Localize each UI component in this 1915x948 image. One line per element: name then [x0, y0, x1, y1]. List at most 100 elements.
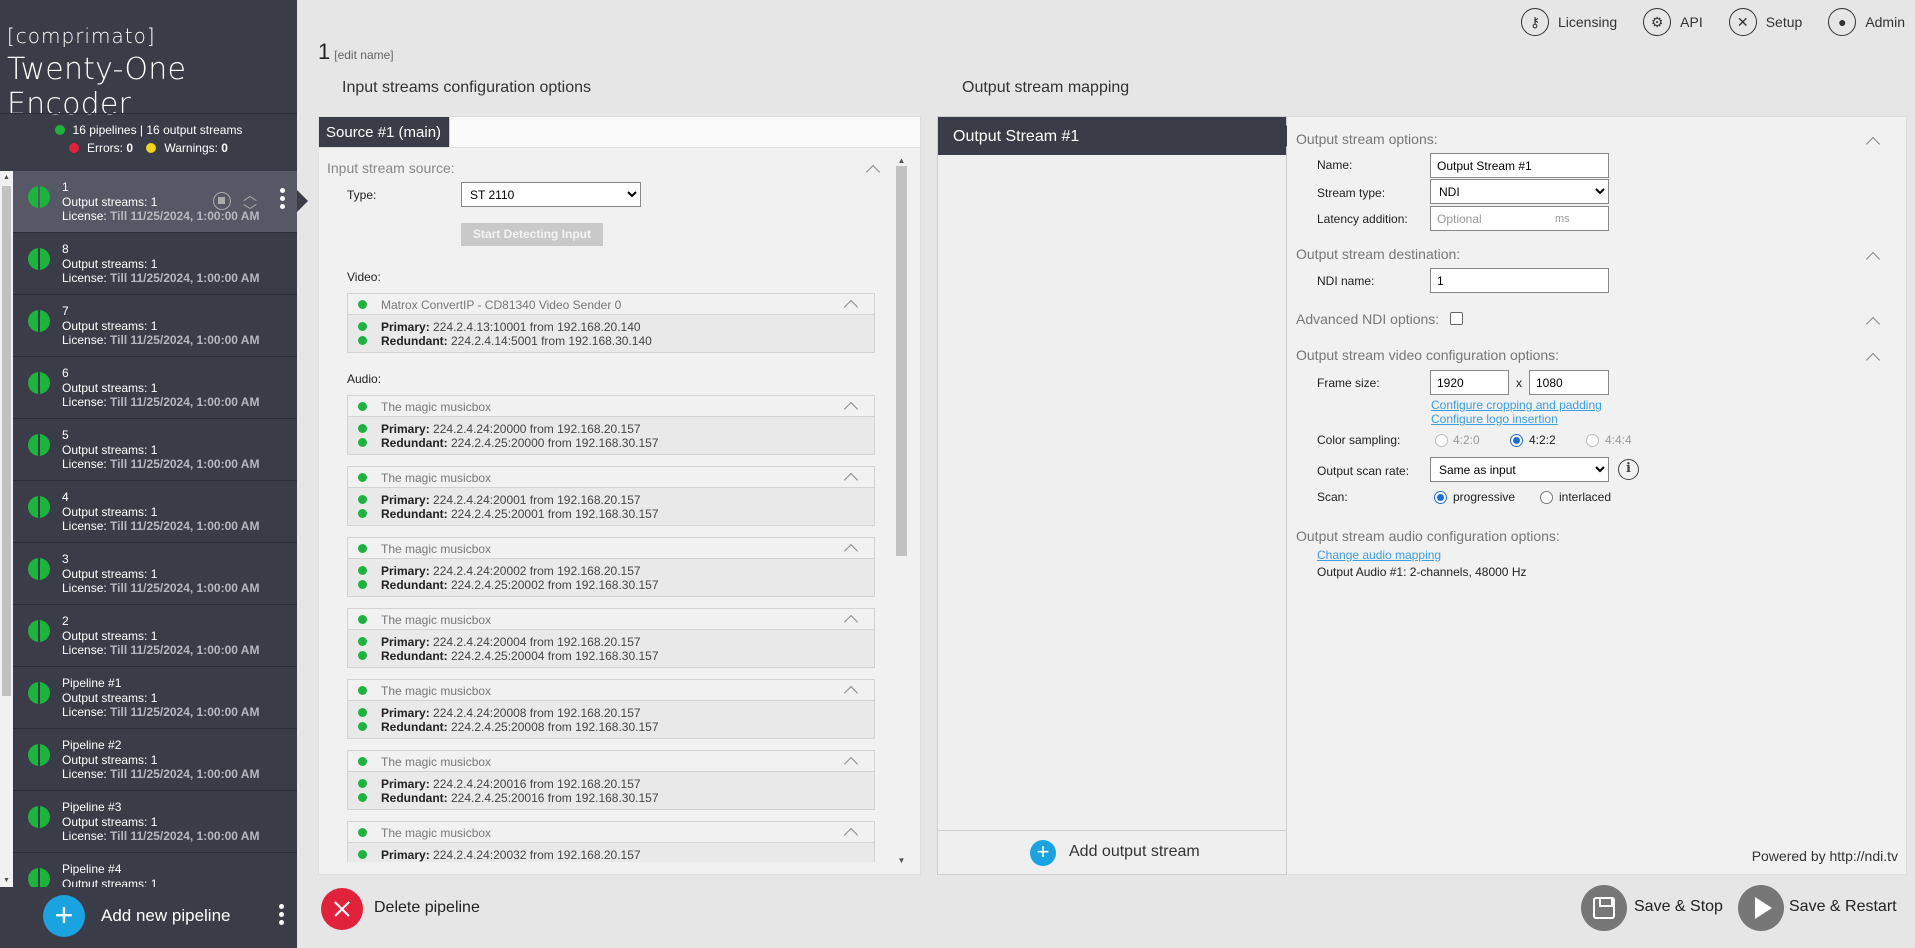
frame-height-input[interactable] — [1529, 370, 1609, 395]
scroll-up-icon[interactable]: ▲ — [895, 156, 908, 165]
source-header[interactable]: The magic musicbox — [348, 751, 874, 772]
pipeline-status-icon — [28, 806, 50, 828]
nav-api[interactable]: ⚙ API — [1643, 8, 1703, 36]
save-stop-button[interactable] — [1581, 885, 1627, 931]
pipeline-item[interactable]: 4 Output streams: 1 License: Till 11/25/20… — [13, 481, 297, 543]
scroll-down-icon[interactable]: ▼ — [895, 856, 908, 865]
pipeline-item[interactable]: 2 Output streams: 1 License: Till 11/25/20… — [13, 605, 297, 667]
delete-pipeline-label[interactable]: Delete pipeline — [374, 899, 480, 917]
nav-admin[interactable]: ● Admin — [1828, 8, 1905, 36]
chevron-up-icon[interactable] — [843, 827, 859, 843]
chevron-up-icon[interactable] — [1865, 136, 1881, 152]
save-restart-label[interactable]: Save & Restart — [1789, 898, 1897, 916]
source-header[interactable]: The magic musicbox — [348, 680, 874, 701]
change-audio-mapping-link[interactable]: Change audio mapping — [1317, 548, 1441, 562]
license-label: License: — [62, 829, 107, 843]
chevron-up-icon[interactable] — [843, 685, 859, 701]
chevron-up-icon[interactable] — [1865, 316, 1881, 332]
scroll-thumb[interactable] — [896, 166, 907, 556]
add-pipeline-label[interactable]: Add new pipeline — [101, 906, 230, 926]
source-header[interactable]: The magic musicbox — [348, 822, 874, 843]
chevron-up-icon[interactable] — [843, 299, 859, 315]
error-status-icon — [69, 143, 79, 153]
pipeline-list-scrollbar[interactable]: ▲ ▼ — [0, 171, 13, 887]
powered-by[interactable]: Powered by http://ndi.tv — [1752, 848, 1898, 864]
stop-icon[interactable] — [213, 192, 231, 210]
pipeline-item[interactable]: 8 Output streams: 1 License: Till 11/25/20… — [13, 233, 297, 295]
input-scrollbar[interactable]: ▲ ▼ — [895, 156, 908, 865]
scroll-up-icon[interactable]: ▲ — [0, 171, 13, 184]
pipeline-list[interactable]: Pipeline #4 Output streams: 1 Pipeline #3… — [0, 171, 297, 887]
redundant-line: Redundant: 224.2.4.25:20002 from 192.168… — [348, 578, 874, 592]
source-header[interactable]: The magic musicbox — [348, 467, 874, 488]
stream-type-select[interactable]: NDI — [1430, 179, 1609, 204]
chevron-up-icon[interactable] — [843, 756, 859, 772]
chevron-up-icon[interactable] — [843, 614, 859, 630]
configure-cropping-link[interactable]: Configure cropping and padding — [1431, 398, 1602, 412]
nav-licensing[interactable]: ⚷ Licensing — [1520, 8, 1617, 36]
color-sampling-444-label: 4:4:4 — [1605, 433, 1632, 447]
scan-rate-select[interactable]: Same as input — [1430, 457, 1609, 482]
chevron-up-icon[interactable] — [1865, 251, 1881, 267]
add-output-stream-label[interactable]: Add output stream — [1069, 843, 1200, 861]
license-label: License: — [62, 519, 107, 533]
edit-name-link[interactable]: [edit name] — [334, 48, 393, 62]
add-output-stream[interactable]: + Add output stream — [938, 830, 1286, 874]
chevron-up-icon[interactable] — [1865, 352, 1881, 368]
pipeline-streams: Output streams: 1 — [62, 691, 158, 705]
source-name: The magic musicbox — [381, 755, 492, 769]
chevron-up-icon[interactable] — [843, 401, 859, 417]
latency-input[interactable] — [1430, 206, 1609, 231]
plus-icon[interactable]: + — [1030, 840, 1056, 866]
add-pipeline-button[interactable]: + — [43, 895, 85, 937]
scan-interlaced-radio[interactable] — [1540, 491, 1553, 504]
ndi-name-input[interactable] — [1430, 268, 1609, 293]
color-sampling-444-radio[interactable] — [1586, 434, 1599, 447]
source-header[interactable]: The magic musicbox — [348, 538, 874, 559]
pipeline-item[interactable]: 3 Output streams: 1 License: Till 11/25/20… — [13, 543, 297, 605]
scan-progressive-radio[interactable] — [1434, 491, 1447, 504]
source-header[interactable]: The magic musicbox — [348, 609, 874, 630]
source-header[interactable]: Matrox ConvertIP - CD81340 Video Sender … — [348, 294, 874, 315]
advanced-ndi-checkbox[interactable] — [1450, 312, 1463, 325]
scroll-down-icon[interactable]: ▼ — [0, 874, 13, 887]
pipeline-status-icon — [28, 186, 50, 208]
chevron-up-icon[interactable] — [843, 472, 859, 488]
save-stop-label[interactable]: Save & Stop — [1634, 898, 1723, 916]
redundant-line: Redundant: 224.2.4.25:20000 from 192.168… — [348, 436, 874, 450]
frame-width-input[interactable] — [1430, 370, 1509, 395]
source-status-icon — [358, 473, 367, 482]
pipeline-item[interactable]: Pipeline #3 Output streams: 1 License: Til… — [13, 791, 297, 853]
source-header[interactable]: The magic musicbox — [348, 396, 874, 417]
redundant-status-icon — [358, 336, 367, 345]
info-icon[interactable]: i — [1618, 459, 1639, 480]
kebab-menu-icon[interactable] — [279, 904, 284, 928]
pipeline-item[interactable]: 5 Output streams: 1 License: Till 11/25/20… — [13, 419, 297, 481]
delete-pipeline-button[interactable] — [321, 888, 363, 930]
pipeline-item[interactable]: Pipeline #4 Output streams: 1 — [13, 853, 297, 887]
color-sampling-422-radio[interactable] — [1510, 434, 1523, 447]
nav-api-label: API — [1680, 14, 1703, 30]
stream-name-input[interactable] — [1430, 153, 1609, 178]
pipeline-item[interactable]: Pipeline #2 Output streams: 1 License: Til… — [13, 729, 297, 791]
scan-progressive-label: progressive — [1453, 490, 1516, 504]
source-name: The magic musicbox — [381, 826, 492, 840]
pipeline-item[interactable]: 7 Output streams: 1 License: Till 11/25/20… — [13, 295, 297, 357]
pipeline-item[interactable]: 6 Output streams: 1 License: Till 11/25/20… — [13, 357, 297, 419]
primary-line: Primary: 224.2.4.24:20032 from 192.168.2… — [348, 848, 874, 862]
kebab-menu-icon[interactable] — [280, 188, 286, 212]
top-nav: ⚷ Licensing ⚙ API ✕ Setup ● Admin — [1520, 8, 1905, 36]
configure-logo-link[interactable]: Configure logo insertion — [1431, 412, 1558, 426]
nav-setup[interactable]: ✕ Setup — [1728, 8, 1802, 36]
source-status-icon — [358, 402, 367, 411]
chevron-up-icon[interactable] — [843, 543, 859, 559]
pipeline-status-icon — [28, 310, 50, 332]
pipeline-item[interactable]: Pipeline #1 Output streams: 1 License: Til… — [13, 667, 297, 729]
output-stream-tab[interactable]: Output Stream #1 — [938, 117, 1286, 155]
chevron-down-icon[interactable]: ﹀ — [243, 201, 257, 221]
warnings-count: 0 — [221, 141, 228, 155]
save-restart-button[interactable] — [1738, 885, 1784, 931]
pipeline-item[interactable]: 1 Output streams: 1 License: Till 11/25/20… — [13, 171, 297, 233]
color-sampling-420-radio[interactable] — [1435, 434, 1448, 447]
scroll-thumb[interactable] — [2, 186, 11, 696]
